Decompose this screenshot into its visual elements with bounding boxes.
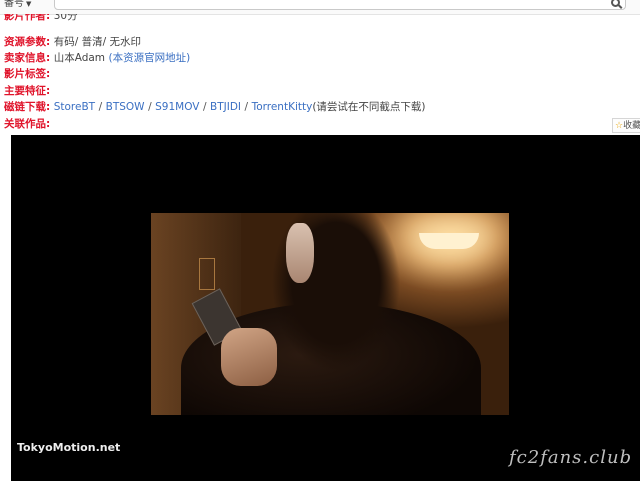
- search-icon[interactable]: [611, 0, 620, 7]
- magnet-label: 磁链下载:: [4, 101, 51, 113]
- author-label: 影片作者:: [4, 14, 51, 22]
- search-type-select[interactable]: 番号 ▼: [4, 0, 44, 12]
- related-row: 关联作品:: [4, 116, 50, 132]
- star-icon: ☆: [615, 121, 624, 131]
- video-player[interactable]: TokyoMotion.net fc2fans.club: [11, 135, 640, 481]
- tags-label: 影片标签:: [4, 68, 51, 80]
- door-panel: [199, 258, 215, 290]
- watermark-tokyomotion: TokyoMotion.net: [17, 441, 121, 454]
- author-value: 30分: [53, 14, 78, 22]
- features-row: 主要特征:: [4, 83, 50, 99]
- related-label: 关联作品:: [4, 118, 51, 130]
- magnet-note: (请尝试在不同截点下载): [312, 101, 426, 113]
- separator: /: [202, 101, 207, 113]
- resource-params-label: 资源参数:: [4, 36, 51, 48]
- separator: /: [98, 101, 103, 113]
- magnet-row: 磁链下载: StoreBT / BTSOW / S91MOV / BTJIDI …: [4, 99, 426, 115]
- separator: /: [148, 101, 152, 113]
- features-label: 主要特征:: [4, 85, 51, 97]
- favorite-button[interactable]: ☆收藏: [612, 118, 640, 133]
- magnet-link-torrentkitty[interactable]: TorrentKitty: [252, 101, 313, 113]
- hair: [246, 213, 416, 415]
- magnet-link-btjidi[interactable]: BTJIDI: [210, 101, 241, 113]
- seller-info-row: 卖家信息: 山本Adam (本资源官网地址): [4, 50, 190, 66]
- search-input[interactable]: [54, 0, 626, 10]
- resource-params-row: 资源参数: 有码/ 普清/ 无水印: [4, 34, 141, 50]
- magnet-link-btsow[interactable]: BTSOW: [106, 101, 145, 113]
- magnet-link-s91mov[interactable]: S91MOV: [155, 101, 199, 113]
- face: [286, 223, 314, 283]
- favorite-label: 收藏: [623, 121, 640, 131]
- seller-name: 山本Adam: [53, 52, 106, 64]
- magnet-link-storebt[interactable]: StoreBT: [54, 101, 95, 113]
- partial-row: 影片作者: 30分: [4, 14, 78, 23]
- chevron-down-icon: ▼: [26, 0, 32, 8]
- tags-row: 影片标签:: [4, 66, 50, 82]
- separator: /: [244, 101, 249, 113]
- resource-params-value: 有码/ 普清/ 无水印: [53, 36, 141, 48]
- video-frame: [151, 213, 509, 415]
- hand: [221, 328, 277, 386]
- watermark-fc2fans: fc2fans.club: [509, 447, 633, 468]
- top-search-bar: 番号 ▼: [0, 0, 640, 15]
- seller-info-label: 卖家信息:: [4, 52, 51, 64]
- search-type-label: 番号: [4, 0, 24, 9]
- wall-lamp: [419, 233, 479, 249]
- official-site-link[interactable]: (本资源官网地址): [109, 52, 191, 64]
